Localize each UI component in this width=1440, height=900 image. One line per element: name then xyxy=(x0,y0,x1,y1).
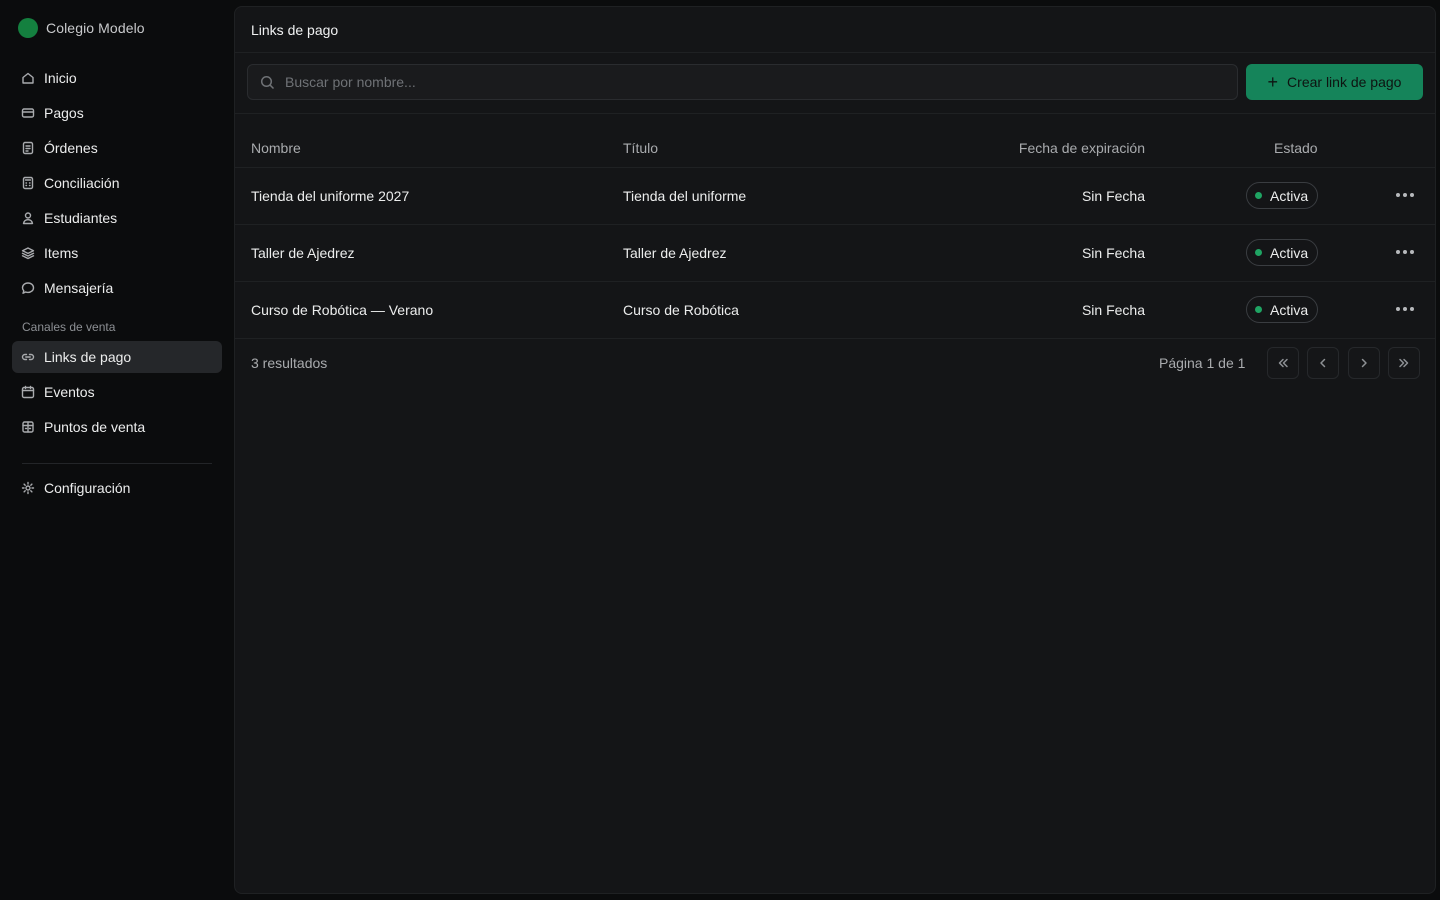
app: Colegio Modelo Inicio Pagos Órdenes Conc… xyxy=(0,0,1440,900)
sidebar: Colegio Modelo Inicio Pagos Órdenes Conc… xyxy=(0,0,234,900)
cell-title: Tienda del uniforme xyxy=(623,188,747,204)
sidebar-divider xyxy=(22,463,212,464)
layers-icon xyxy=(21,247,35,260)
sidebar-item-label: Inicio xyxy=(44,70,77,86)
brand-logo-icon xyxy=(18,18,38,38)
sidebar-item-inicio[interactable]: Inicio xyxy=(12,62,222,94)
status-dot-icon xyxy=(1255,306,1262,313)
cell-name: Curso de Robótica — Verano xyxy=(251,302,434,318)
sidebar-item-mensajeria[interactable]: Mensajería xyxy=(12,272,222,304)
cell-expiration: Sin Fecha xyxy=(1081,245,1145,261)
sidebar-item-label: Mensajería xyxy=(44,280,114,296)
page-title: Links de pago xyxy=(251,21,339,38)
chevron-right-icon xyxy=(1361,358,1367,368)
last-page-button[interactable] xyxy=(1388,347,1420,379)
toolbar: + Crear link de pago xyxy=(235,53,1435,114)
status-dot-icon xyxy=(1255,192,1262,199)
chevrons-right-icon xyxy=(1399,358,1409,368)
create-payment-link-button[interactable]: + Crear link de pago xyxy=(1246,64,1423,100)
sidebar-item-eventos[interactable]: Eventos xyxy=(12,376,222,408)
sidebar-item-label: Órdenes xyxy=(44,140,98,156)
sidebar-item-label: Estudiantes xyxy=(44,210,118,226)
user-icon xyxy=(22,212,34,225)
status-badge: Activa xyxy=(1246,182,1319,209)
sidebar-item-items[interactable]: Items xyxy=(12,237,222,269)
first-page-button[interactable] xyxy=(1267,347,1299,379)
topbar: Links de pago xyxy=(235,7,1435,53)
search-icon xyxy=(260,75,275,89)
status-dot-icon xyxy=(1255,249,1262,256)
table-row[interactable]: Curso de Robótica — Verano Curso de Robó… xyxy=(235,282,1435,339)
sidebar-item-ordenes[interactable]: Órdenes xyxy=(12,132,222,164)
sidebar-item-puntos-de-venta[interactable]: Puntos de venta xyxy=(12,411,222,443)
sidebar-item-label: Conciliación xyxy=(44,175,120,191)
sidebar-item-label: Configuración xyxy=(44,480,131,496)
search-box[interactable] xyxy=(247,64,1238,100)
results-count: 3 resultados xyxy=(251,355,328,371)
next-page-button[interactable] xyxy=(1348,347,1380,379)
link-icon xyxy=(21,353,35,361)
status-label: Activa xyxy=(1270,244,1309,261)
receipt-icon xyxy=(22,141,34,155)
sidebar-item-configuracion[interactable]: Configuración xyxy=(12,472,222,504)
status-label: Activa xyxy=(1270,301,1309,318)
status-label: Activa xyxy=(1270,187,1309,204)
message-icon xyxy=(21,282,35,294)
page-info: Página 1 de 1 xyxy=(1159,355,1246,371)
sidebar-item-label: Links de pago xyxy=(44,349,132,365)
calculator-icon xyxy=(22,176,34,190)
table-row[interactable]: Tienda del uniforme 2027 Tienda del unif… xyxy=(235,168,1435,225)
gear-icon xyxy=(21,481,35,495)
create-button-label: Crear link de pago xyxy=(1287,74,1402,90)
home-icon xyxy=(22,72,34,84)
cell-name: Taller de Ajedrez xyxy=(251,245,355,261)
cell-name: Tienda del uniforme 2027 xyxy=(251,188,410,204)
column-header-fecha-expiracion[interactable]: Fecha de expiración xyxy=(1019,140,1145,156)
cell-title: Taller de Ajedrez xyxy=(623,245,727,261)
credit-card-icon xyxy=(21,108,35,118)
search-input[interactable] xyxy=(285,74,1237,90)
sidebar-item-links-de-pago[interactable]: Links de pago xyxy=(12,341,222,373)
column-header-estado[interactable]: Estado xyxy=(1274,140,1318,156)
sidebar-item-label: Pagos xyxy=(44,105,84,121)
sidebar-item-label: Items xyxy=(44,245,79,261)
sidebar-item-label: Eventos xyxy=(44,384,95,400)
brand[interactable]: Colegio Modelo xyxy=(18,17,145,39)
previous-page-button[interactable] xyxy=(1307,347,1339,379)
calendar-icon xyxy=(21,385,35,399)
column-header-titulo[interactable]: Título xyxy=(623,140,658,156)
cell-title: Curso de Robótica xyxy=(623,302,739,318)
chevrons-left-icon xyxy=(1278,358,1288,368)
sidebar-item-estudiantes[interactable]: Estudiantes xyxy=(12,202,222,234)
sidebar-item-conciliacion[interactable]: Conciliación xyxy=(12,167,222,199)
row-actions-button[interactable] xyxy=(1395,242,1415,262)
row-actions-button[interactable] xyxy=(1395,185,1415,205)
store-icon xyxy=(22,421,34,433)
brand-name: Colegio Modelo xyxy=(46,20,145,36)
plus-icon: + xyxy=(1267,72,1279,92)
sidebar-item-label: Puntos de venta xyxy=(44,419,146,435)
table-header: Nombre Título Fecha de expiración Estado xyxy=(235,114,1435,168)
status-badge: Activa xyxy=(1246,296,1319,323)
sidebar-item-pagos[interactable]: Pagos xyxy=(12,97,222,129)
row-actions-button[interactable] xyxy=(1395,299,1415,319)
status-badge: Activa xyxy=(1246,239,1319,266)
table-row[interactable]: Taller de Ajedrez Taller de Ajedrez Sin … xyxy=(235,225,1435,282)
table-footer: 3 resultados Página 1 de 1 xyxy=(235,339,1435,387)
section-label-canales: Canales de venta xyxy=(22,320,116,334)
main-panel: Links de pago + Crear link de pago Nombr… xyxy=(234,6,1436,894)
cell-expiration: Sin Fecha xyxy=(1081,302,1145,318)
chevron-left-icon xyxy=(1320,358,1326,368)
cell-expiration: Sin Fecha xyxy=(1081,188,1145,204)
column-header-nombre[interactable]: Nombre xyxy=(251,140,301,156)
